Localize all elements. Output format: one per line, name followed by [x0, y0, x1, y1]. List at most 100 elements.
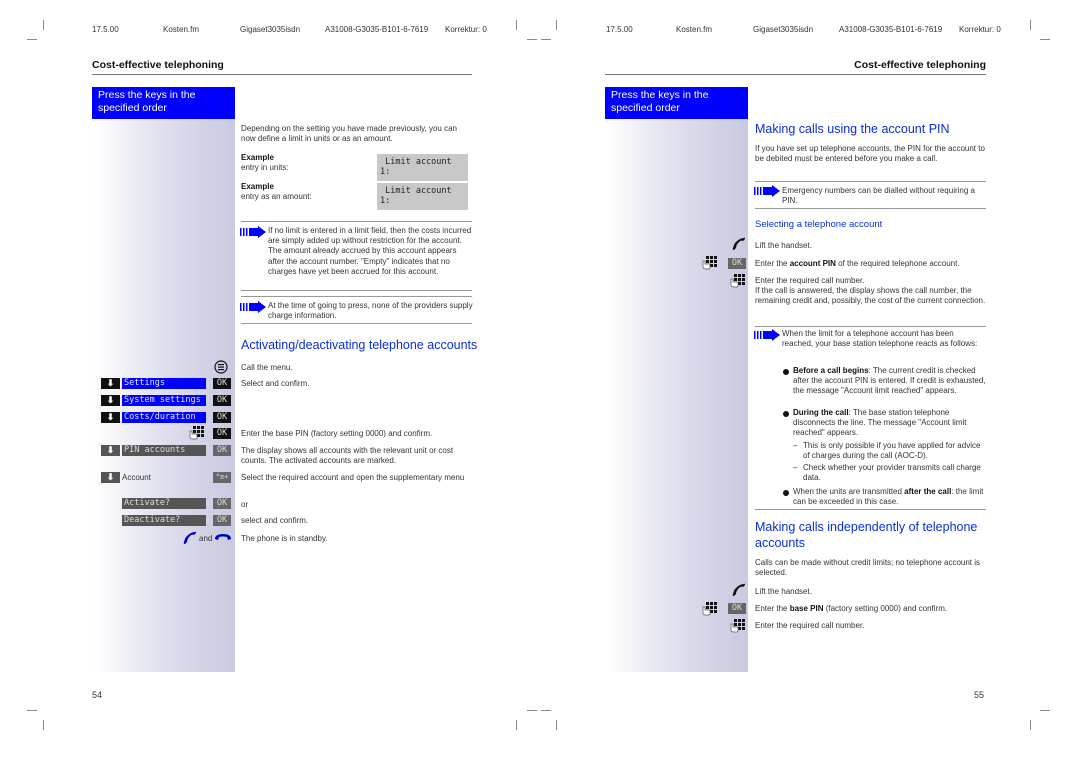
crop-mark — [27, 39, 37, 40]
note-rule — [755, 181, 986, 182]
step-text: Enter the account PIN of the required te… — [755, 259, 960, 268]
keypad-icon[interactable] — [702, 255, 718, 271]
header-file: Kosten.fm — [676, 25, 713, 34]
dash: – — [793, 441, 798, 450]
dash-text: This is only possible if you have applie… — [803, 441, 981, 461]
step-text: Lift the handset. — [755, 587, 812, 596]
arrow-down-key[interactable]: ⬇ — [101, 472, 120, 483]
header-product: Gigaset3035isdn — [753, 25, 814, 34]
section-heading: Making calls using the account PIN — [755, 122, 950, 136]
step-text: The phone is in standby. — [241, 534, 328, 543]
arrow-down-key[interactable]: ⬇ — [101, 378, 120, 389]
crop-mark — [43, 720, 44, 730]
crop-mark — [516, 720, 517, 730]
header-rule — [92, 74, 472, 75]
header-product: Gigaset3035isdn — [240, 25, 301, 34]
menu-icon[interactable] — [214, 360, 228, 374]
header-date: 17.5.00 — [92, 25, 119, 34]
step-text: The display shows all accounts with the … — [241, 446, 454, 466]
keypad-icon[interactable] — [189, 426, 205, 440]
note-rule — [755, 326, 986, 327]
page-number: 55 — [974, 690, 985, 700]
crop-mark — [527, 39, 537, 40]
crop-mark — [541, 710, 551, 711]
sidebar-panel — [605, 119, 748, 672]
step-text: Enter the base PIN (factory setting 0000… — [755, 604, 948, 613]
ok-key[interactable]: OK — [728, 258, 746, 269]
section-heading: Making calls independently of telephone … — [755, 520, 978, 550]
arrow-down-key[interactable]: ⬇ — [101, 412, 120, 423]
menu-item-activate[interactable]: Activate? — [122, 498, 206, 509]
note-arrow-icon — [754, 329, 780, 341]
bullet-text: During the call: The base station teleph… — [793, 408, 967, 438]
dash-text: Check whether your provider transmits ca… — [803, 463, 981, 483]
menu-item-pin-accounts[interactable]: PIN accounts — [122, 445, 206, 456]
ok-key[interactable]: OK — [213, 395, 231, 406]
menu-item-system-settings[interactable]: System settings — [122, 395, 206, 406]
menu-item-settings[interactable]: Settings — [122, 378, 206, 389]
crop-mark — [1040, 710, 1050, 711]
ok-key[interactable]: OK — [213, 498, 231, 509]
handset-lift-icon[interactable] — [183, 531, 197, 545]
example-label: Example — [241, 153, 274, 162]
ok-key[interactable]: OK — [213, 445, 231, 456]
keypad-icon[interactable] — [702, 601, 718, 617]
note-rule — [755, 509, 986, 510]
step-text: or — [241, 500, 249, 509]
bullet-text: Before a call begins: The current credit… — [793, 366, 986, 396]
header-doc-id: A31008-G3035-B101-6-7619 — [325, 25, 429, 34]
ok-key[interactable]: OK — [213, 378, 231, 389]
crop-mark — [516, 20, 517, 30]
note-text: If no limit is entered in a limit field,… — [268, 226, 472, 276]
step-text: Select the required account and open the… — [241, 473, 465, 482]
sidebar-heading: Press the keys in the specified order — [605, 87, 748, 119]
ok-key[interactable]: OK — [213, 412, 231, 423]
note-rule — [241, 296, 472, 297]
menu-item-costs-duration[interactable]: Costs/duration — [122, 412, 206, 423]
bullet — [783, 490, 789, 496]
handset-hangup-icon[interactable] — [214, 532, 232, 542]
handset-lift-icon[interactable] — [732, 237, 746, 251]
header-korrektur: Korrektur: 0 — [959, 25, 1001, 34]
step-text: If the call is answered, the display sho… — [755, 286, 986, 306]
supplementary-menu-key[interactable]: °≡+ — [213, 472, 231, 483]
header-rule — [605, 74, 986, 75]
section-heading: Activating/deactivating telephone accoun… — [241, 338, 478, 352]
section-title: Cost-effective telephoning — [92, 59, 224, 71]
and-label: and — [199, 534, 213, 543]
step-text: select and confirm. — [241, 516, 309, 525]
step-text: Lift the handset. — [755, 241, 812, 250]
header-korrektur: Korrektur: 0 — [445, 25, 487, 34]
menu-item-deactivate[interactable]: Deactivate? — [122, 515, 206, 526]
ok-key[interactable]: OK — [728, 603, 746, 614]
header-doc-id: A31008-G3035-B101-6-7619 — [839, 25, 943, 34]
lcd-display: Limit account 1: — [377, 183, 468, 210]
ok-key[interactable]: OK — [213, 428, 231, 439]
step-text: Enter the required call number. — [755, 276, 865, 285]
example-sub: entry as an amount: — [241, 192, 312, 201]
note-rule — [241, 221, 472, 222]
sidebar-heading: Press the keys in the specified order — [92, 87, 235, 119]
handset-lift-icon[interactable] — [732, 583, 746, 597]
arrow-down-key[interactable]: ⬇ — [101, 395, 120, 406]
bullet — [783, 369, 789, 375]
bullet — [783, 411, 789, 417]
note-text: Emergency numbers can be dialled without… — [782, 186, 975, 206]
crop-mark — [1040, 39, 1050, 40]
note-text: At the time of going to press, none of t… — [268, 301, 473, 321]
intro-text: If you have set up telephone accounts, t… — [755, 144, 985, 164]
page-number: 54 — [92, 690, 103, 700]
crop-mark — [1030, 720, 1031, 730]
keypad-icon[interactable] — [730, 618, 746, 634]
example-label: Example — [241, 182, 274, 191]
step-text: Enter the base PIN (factory setting 0000… — [241, 429, 433, 438]
header-date: 17.5.00 — [606, 25, 633, 34]
step-text: Select and confirm. — [241, 379, 310, 388]
arrow-down-key[interactable]: ⬇ — [101, 445, 120, 456]
keypad-icon[interactable] — [730, 273, 746, 289]
note-arrow-icon — [754, 185, 780, 197]
section-title: Cost-effective telephoning — [854, 59, 986, 71]
ok-key[interactable]: OK — [213, 515, 231, 526]
crop-mark — [527, 710, 537, 711]
note-rule — [755, 208, 986, 209]
